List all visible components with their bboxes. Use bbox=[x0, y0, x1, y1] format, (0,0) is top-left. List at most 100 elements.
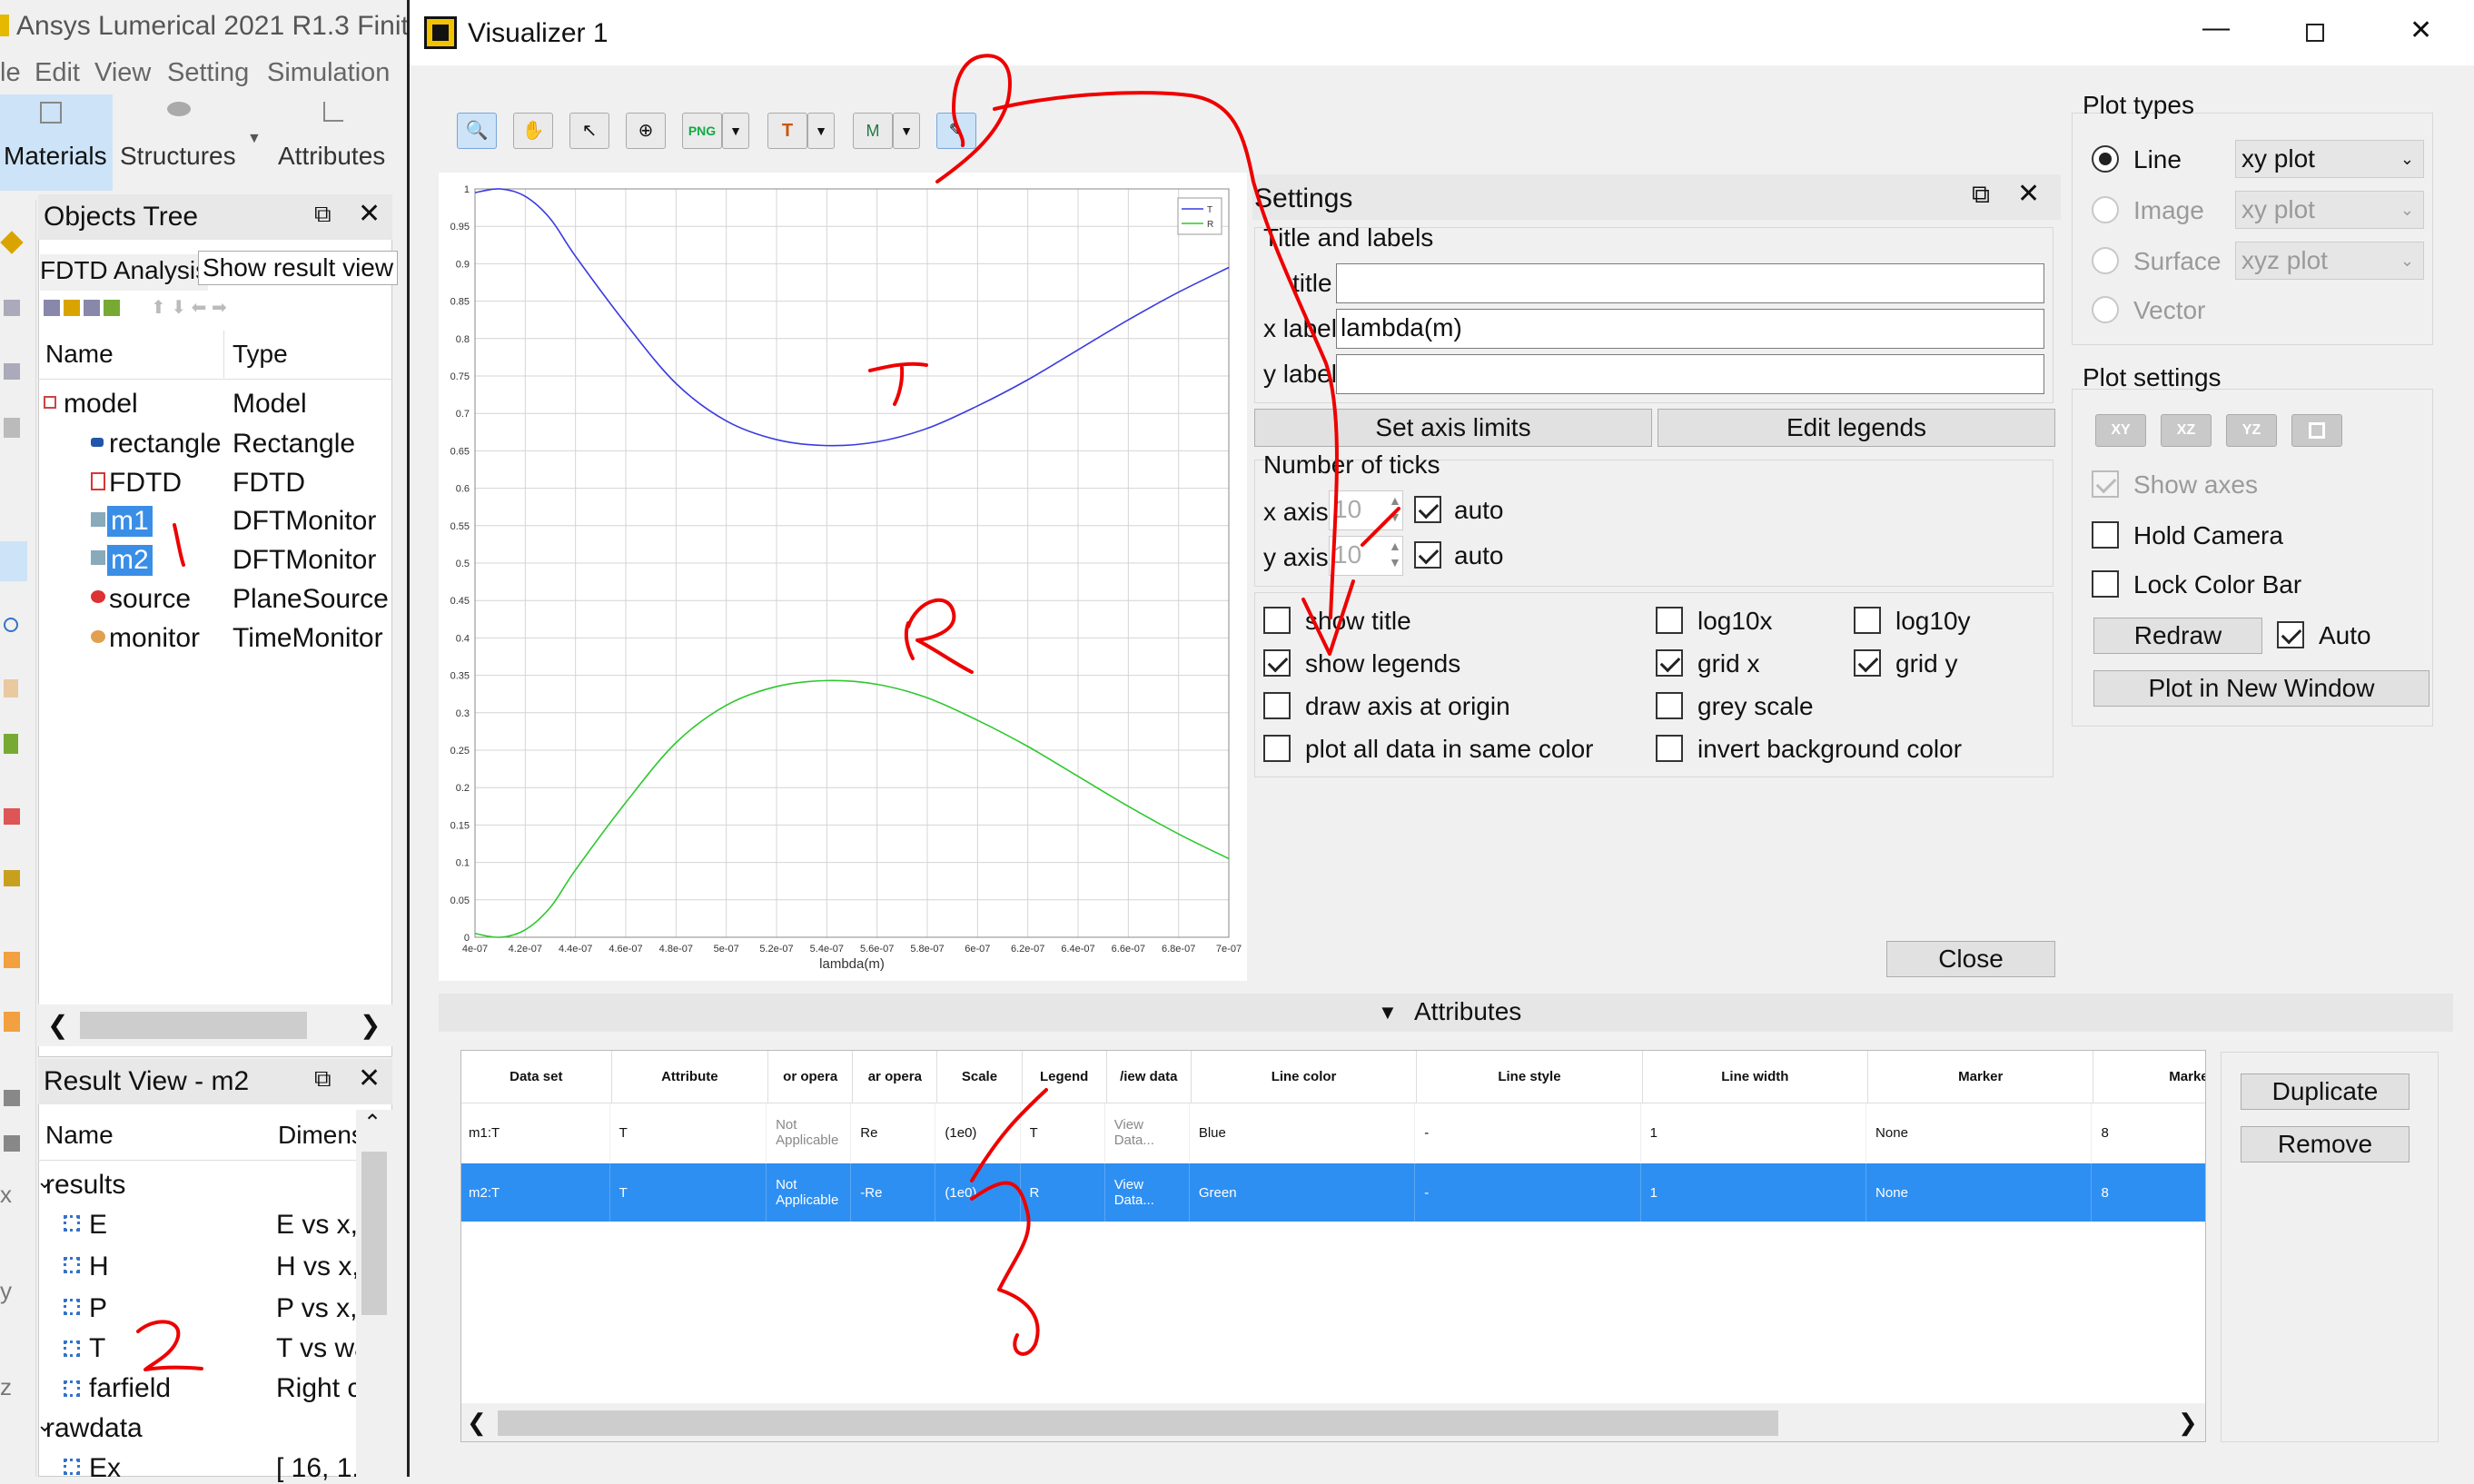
result-item-e[interactable]: E bbox=[89, 1210, 107, 1241]
result-column-dimensions[interactable]: Dimens bbox=[278, 1121, 364, 1150]
column-header-10[interactable]: Marker bbox=[1868, 1051, 2094, 1103]
tree-item-model[interactable]: model bbox=[64, 389, 138, 420]
table-row[interactable]: m1:T T Not Applicable Re (1e0) T View Data... B… bbox=[461, 1103, 2205, 1162]
lock-color-bar-checkbox[interactable] bbox=[2092, 570, 2119, 598]
maximize-icon[interactable] bbox=[2306, 24, 2324, 42]
attributes-horizontal-scrollbar[interactable]: ❮ ❯ bbox=[461, 1403, 2205, 1441]
close-button[interactable]: Close bbox=[1886, 941, 2055, 977]
view-xy-button[interactable]: XY bbox=[2095, 414, 2146, 447]
column-header-4[interactable]: Scale bbox=[937, 1051, 1023, 1103]
column-header-6[interactable]: /iew data bbox=[1107, 1051, 1192, 1103]
window-close-icon[interactable]: ✕ bbox=[2410, 15, 2432, 46]
line-plot-combo[interactable]: xy plot ⌄ bbox=[2235, 140, 2424, 178]
tool-icon-13[interactable] bbox=[4, 1090, 20, 1106]
line-radio[interactable] bbox=[2092, 145, 2119, 173]
save-view-button[interactable] bbox=[2291, 414, 2342, 447]
tool-icon-4[interactable] bbox=[4, 418, 20, 438]
surface-radio[interactable] bbox=[2092, 247, 2119, 274]
tree-horizontal-scrollbar[interactable]: ❮ ❯ bbox=[38, 1004, 392, 1046]
redraw-button[interactable]: Redraw bbox=[2093, 618, 2262, 654]
menu-setting[interactable]: Setting bbox=[167, 58, 249, 88]
column-type[interactable]: Type bbox=[233, 340, 288, 369]
table-cell[interactable]: None bbox=[1875, 1163, 2093, 1222]
table-cell[interactable]: Re bbox=[860, 1103, 936, 1162]
show-legends-checkbox[interactable] bbox=[1263, 649, 1291, 677]
table-cell[interactable]: View Data... bbox=[1114, 1163, 1190, 1222]
result-item-p[interactable]: P bbox=[89, 1293, 107, 1324]
spin-arrows-icon[interactable]: ▲ ▼ bbox=[1389, 492, 1401, 525]
scroll-right-icon[interactable]: ❯ bbox=[360, 1010, 381, 1040]
tree-item-rectangle[interactable]: rectangle bbox=[109, 429, 221, 460]
column-header-11[interactable]: Marker size bbox=[2093, 1051, 2205, 1103]
select-tool-button[interactable]: ↖ bbox=[569, 113, 609, 149]
close-icon[interactable]: ✕ bbox=[358, 198, 381, 230]
result-column-name[interactable]: Name bbox=[45, 1121, 114, 1150]
tree-tool-icon-1[interactable] bbox=[44, 300, 60, 316]
table-cell[interactable]: T bbox=[619, 1103, 767, 1162]
surface-plot-combo[interactable]: xyz plot ⌄ bbox=[2235, 242, 2424, 280]
table-cell[interactable]: - bbox=[1424, 1163, 1641, 1222]
ribbon-attributes-label[interactable]: Attributes bbox=[278, 142, 385, 171]
tool-icon-12[interactable] bbox=[4, 1012, 20, 1032]
float-icon[interactable]: ⧉ bbox=[314, 200, 332, 229]
x-axis-auto-checkbox[interactable] bbox=[1414, 496, 1441, 523]
title-input[interactable] bbox=[1336, 263, 2044, 303]
table-cell[interactable]: 8 bbox=[2101, 1163, 2205, 1222]
table-cell[interactable]: 1 bbox=[1650, 1163, 1867, 1222]
remove-button[interactable]: Remove bbox=[2241, 1126, 2410, 1162]
set-axis-limits-button[interactable]: Set axis limits bbox=[1254, 409, 1652, 447]
zoom-tool-button[interactable]: 🔍 bbox=[457, 113, 497, 149]
column-header-7[interactable]: Line color bbox=[1192, 1051, 1418, 1103]
column-header-5[interactable]: Legend bbox=[1023, 1051, 1107, 1103]
zoom-tool-icon[interactable] bbox=[4, 618, 18, 632]
pointer-tool-icon[interactable] bbox=[0, 541, 27, 581]
result-item-farfield[interactable]: farfield bbox=[89, 1373, 171, 1404]
ribbon-structures-label[interactable]: Structures bbox=[120, 142, 236, 171]
scroll-left-icon[interactable]: ❮ bbox=[47, 1010, 68, 1040]
tree-tool-icon-2[interactable] bbox=[64, 300, 80, 316]
table-cell[interactable]: T bbox=[619, 1163, 767, 1222]
table-cell[interactable]: Blue bbox=[1199, 1103, 1416, 1162]
hand-tool-icon[interactable] bbox=[4, 679, 18, 697]
expand-icon[interactable]: ⌄ bbox=[36, 1170, 53, 1193]
xlabel-input[interactable]: lambda(m) bbox=[1336, 309, 2044, 349]
tool-icon-2[interactable] bbox=[4, 300, 20, 316]
image-plot-combo[interactable]: xy plot ⌄ bbox=[2235, 191, 2424, 229]
result-item-h[interactable]: H bbox=[89, 1252, 109, 1282]
show-title-checkbox[interactable] bbox=[1263, 607, 1291, 634]
table-cell[interactable]: - bbox=[1424, 1103, 1641, 1162]
collapse-triangle-icon[interactable]: ▼ bbox=[1378, 1001, 1398, 1024]
table-cell[interactable]: View Data... bbox=[1114, 1103, 1190, 1162]
table-cell[interactable]: Not Applicable bbox=[776, 1103, 852, 1162]
image-radio[interactable] bbox=[2092, 196, 2119, 223]
grey-scale-checkbox[interactable] bbox=[1656, 692, 1683, 719]
tool-icon-9[interactable] bbox=[4, 808, 20, 825]
table-cell[interactable]: Green bbox=[1199, 1163, 1416, 1222]
grid-x-checkbox[interactable] bbox=[1656, 649, 1683, 677]
edit-legends-button[interactable]: Edit legends bbox=[1658, 409, 2055, 447]
invert-background-checkbox[interactable] bbox=[1656, 735, 1683, 762]
column-header-1[interactable]: Attribute bbox=[612, 1051, 769, 1103]
menu-file[interactable]: le bbox=[0, 58, 21, 88]
export-dropdown[interactable]: ▼ bbox=[722, 113, 749, 149]
tree-tool-icon-3[interactable] bbox=[84, 300, 100, 316]
grid-y-checkbox[interactable] bbox=[1854, 649, 1881, 677]
export-png-button[interactable]: PNG bbox=[682, 113, 722, 149]
table-cell[interactable]: -Re bbox=[860, 1163, 936, 1222]
show-axes-checkbox[interactable] bbox=[2092, 470, 2119, 498]
table-cell[interactable]: m2:T bbox=[469, 1163, 610, 1222]
tool-icon-11[interactable] bbox=[4, 952, 20, 968]
tool-icon-3[interactable] bbox=[4, 363, 20, 380]
pan-tool-button[interactable]: ✋ bbox=[513, 113, 553, 149]
plot-same-color-checkbox[interactable] bbox=[1263, 735, 1291, 762]
hscroll-thumb[interactable] bbox=[498, 1410, 1778, 1436]
close-icon[interactable]: ✕ bbox=[358, 1063, 381, 1094]
vscroll-thumb[interactable] bbox=[361, 1152, 387, 1315]
move-arrows-icon[interactable]: ⬆ ⬇ ⬅ ➡ bbox=[151, 296, 227, 319]
tool-icon-8[interactable] bbox=[4, 734, 18, 754]
duplicate-button[interactable]: Duplicate bbox=[2241, 1073, 2410, 1110]
xy-plot[interactable]: 4e-07 4.2e-07 4.4e-07 4.6e-07 4.8e-07 5e-07 5.… bbox=[439, 173, 1247, 981]
float-icon[interactable]: ⧉ bbox=[314, 1064, 332, 1093]
menu-simulation[interactable]: Simulation bbox=[267, 58, 390, 88]
ylabel-input[interactable] bbox=[1336, 354, 2044, 394]
